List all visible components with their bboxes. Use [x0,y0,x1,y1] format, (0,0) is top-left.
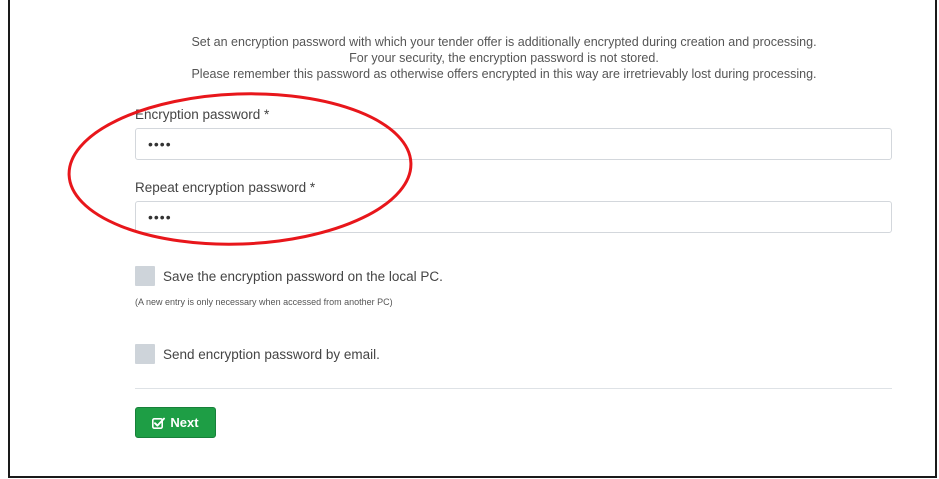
save-local-row: Save the encryption password on the loca… [135,266,443,286]
intro-text: Set an encryption password with which yo… [60,34,939,82]
send-email-row: Send encryption password by email. [135,344,380,364]
check-square-icon [152,417,166,429]
intro-line-1: Set an encryption password with which yo… [191,35,817,49]
next-button[interactable]: Next [135,407,216,438]
encryption-password-field[interactable]: •••• [135,128,892,160]
intro-line-2: For your security, the encryption passwo… [349,51,659,65]
save-local-label: Save the encryption password on the loca… [163,268,443,284]
save-local-hint: (A new entry is only necessary when acce… [135,297,393,307]
divider [135,388,892,389]
send-email-label: Send encryption password by email. [163,346,380,362]
save-local-checkbox[interactable] [135,266,155,286]
send-email-checkbox[interactable] [135,344,155,364]
repeat-encryption-password-label: Repeat encryption password * [135,180,316,195]
next-button-label: Next [170,415,199,430]
intro-line-3: Please remember this password as otherwi… [191,67,817,81]
repeat-encryption-password-field[interactable]: •••• [135,201,892,233]
encryption-password-label: Encryption password * [135,107,270,122]
